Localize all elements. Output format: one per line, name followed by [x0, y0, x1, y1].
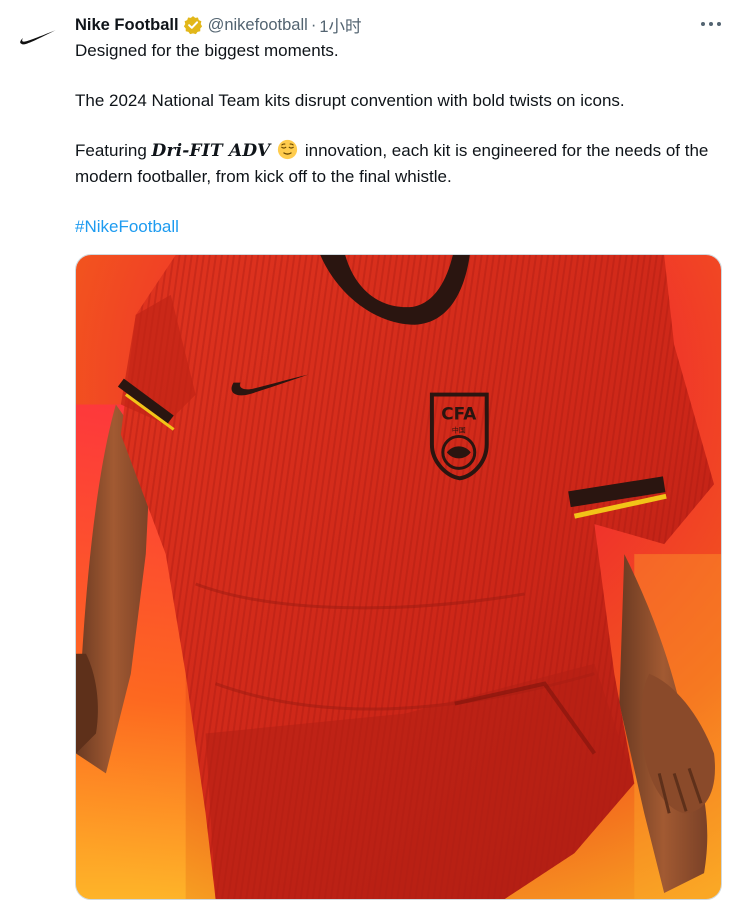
tweet-media-image[interactable]: CFA 中国	[75, 254, 722, 900]
tweet-text: Designed for the biggest moments. The 20…	[75, 38, 720, 239]
relieved-face-emoji-icon	[277, 139, 298, 160]
crest-text: CFA	[441, 403, 477, 423]
dri-fit-adv-brand: Dri-FIT ADV	[151, 141, 271, 161]
display-name[interactable]: Nike Football	[75, 16, 179, 35]
tweet-line-3: Featuring Dri-FIT ADV innovation, each k…	[75, 138, 720, 189]
tweet-line-2: The 2024 National Team kits disrupt conv…	[75, 91, 625, 110]
nike-swoosh-icon	[20, 30, 56, 45]
nike-swoosh-avatar[interactable]	[18, 28, 58, 48]
hashtag-line: #NikeFootball	[75, 214, 720, 239]
crest-subtext: 中国	[452, 425, 466, 434]
user-handle[interactable]: @nikefootball	[208, 16, 308, 35]
tweet-card[interactable]: Nike Football @nikefootball · 1小时 Design…	[0, 0, 731, 902]
tweet-header: Nike Football @nikefootball · 1小时	[75, 13, 362, 37]
more-horizontal-icon	[701, 22, 721, 26]
jersey-photo: CFA 中国	[76, 255, 721, 899]
tweet-line-3-prefix: Featuring	[75, 141, 152, 160]
tweet-line-1: Designed for the biggest moments.	[75, 41, 339, 60]
separator-dot: ·	[310, 15, 317, 34]
timestamp[interactable]: 1小时	[319, 13, 361, 37]
hashtag-link[interactable]: #NikeFootball	[75, 217, 179, 236]
more-options-button[interactable]	[696, 14, 726, 34]
verified-badge-icon[interactable]	[183, 15, 203, 35]
